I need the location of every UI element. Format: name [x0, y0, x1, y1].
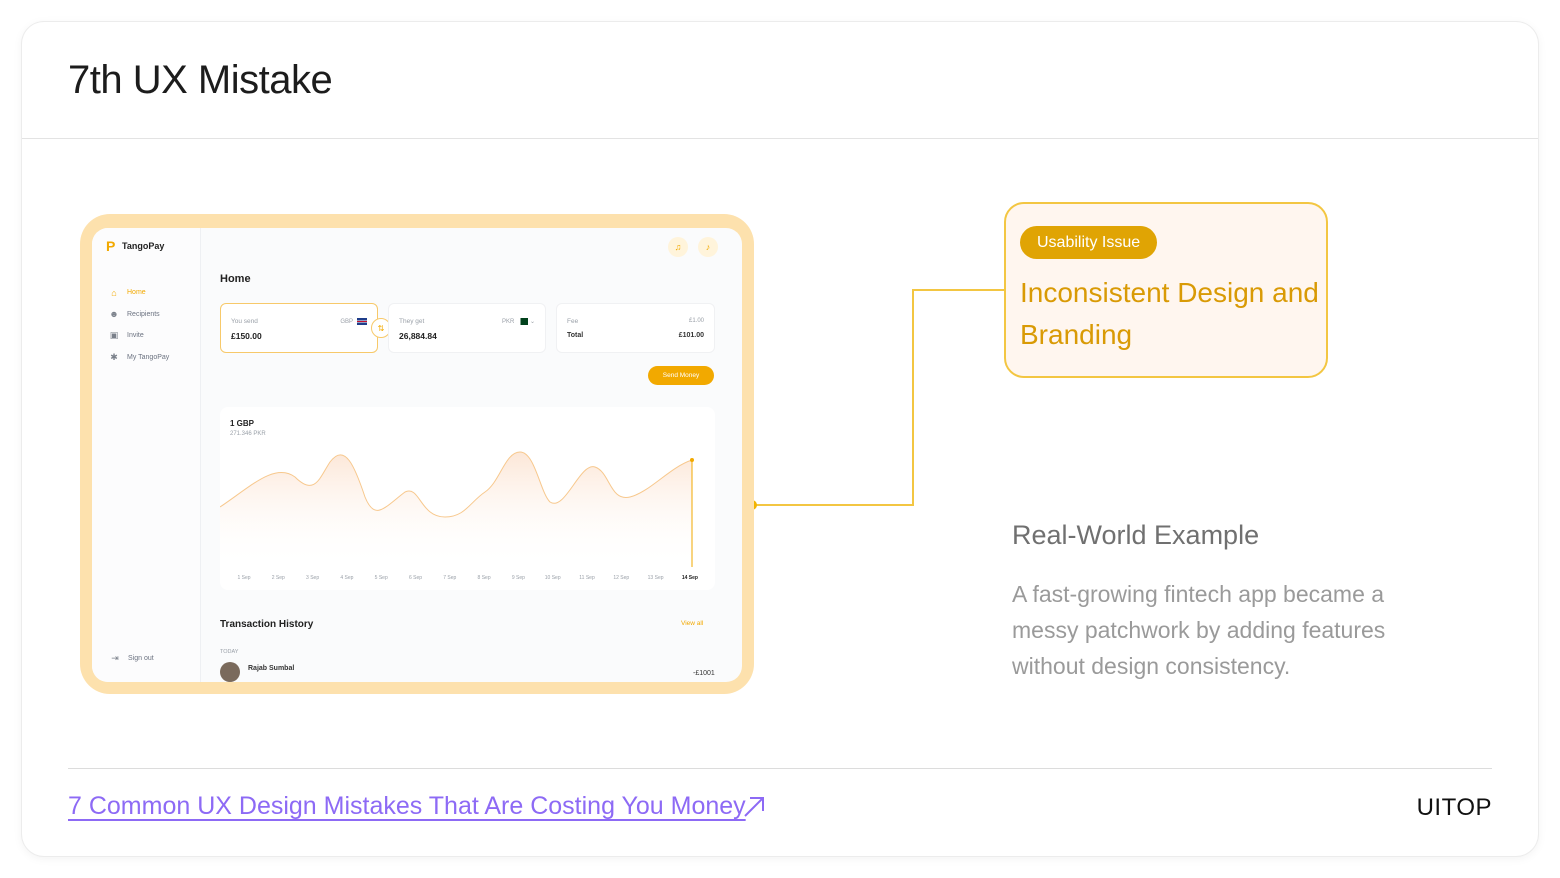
- nav-label: My TangoPay: [127, 353, 170, 361]
- nav-label: Invite: [127, 332, 144, 340]
- you-send-box[interactable]: You send GBP £150.00: [220, 303, 378, 353]
- issue-callout: Usability Issue Inconsistent Design and …: [1004, 202, 1328, 378]
- they-get-amount: 26,884.84: [399, 331, 437, 341]
- x-tick-label: 14 Sep: [682, 575, 698, 581]
- avatar: [220, 662, 240, 682]
- slide-card: 7th UX Mistake P TangoPay ⌂ Home ☻ Recip…: [22, 22, 1538, 856]
- issue-badge: Usability Issue: [1020, 226, 1158, 259]
- example-title: Real-World Example: [1012, 520, 1260, 550]
- chevron-down-icon: ⌄: [529, 319, 535, 326]
- x-tick-label: 6 Sep: [409, 575, 422, 581]
- home-icon: ⌂: [111, 287, 117, 298]
- x-tick-label: 11 Sep: [579, 575, 595, 581]
- they-get-currency[interactable]: PKR ⌄: [502, 318, 535, 325]
- fee-value: £1.00: [688, 318, 704, 324]
- fee-box: Fee £1.00 Total £101.00: [556, 303, 715, 353]
- today-label: TODAY: [220, 649, 239, 655]
- gear-icon: ✱: [110, 351, 118, 362]
- nav-item-recipients[interactable]: ☻ Recipients: [109, 304, 169, 326]
- sign-out-link[interactable]: ⇥ Sign out: [110, 652, 154, 663]
- x-tick-label: 7 Sep: [443, 575, 456, 581]
- x-tick-label: 13 Sep: [648, 575, 664, 581]
- rate-chart: 1 Sep 2 Sep 3 Sep 4 Sep 5 Sep 6 Sep 7 Sep 8 Sep…: [220, 451, 698, 581]
- uk-flag-icon: [357, 318, 367, 325]
- users-icon: ☻: [109, 309, 119, 320]
- app-sidebar: P TangoPay ⌂ Home ☻ Recipients ▣ Invite: [92, 228, 201, 682]
- you-send-currency[interactable]: GBP: [340, 318, 367, 325]
- currency-code: GBP: [340, 319, 353, 326]
- issue-title: Inconsistent Design and Branding: [1020, 277, 1319, 350]
- logo-text: TangoPay: [122, 241, 165, 251]
- footer-divider: [68, 768, 1492, 769]
- app-logo: P TangoPay: [106, 239, 164, 253]
- rate-chart-card: 1 Sep 2 Sep 3 Sep 4 Sep 5 Sep 6 Sep 7 Sep 8 Sep…: [220, 407, 715, 590]
- nav-item-home[interactable]: ⌂ Home: [109, 282, 169, 304]
- example-body: A fast-growing fintech app became a mess…: [1012, 581, 1386, 679]
- bell-icon[interactable]: ♪: [698, 237, 718, 257]
- brand-logo: UITOP: [1416, 794, 1492, 821]
- view-all-link[interactable]: View all: [681, 620, 703, 627]
- x-tick-label: 4 Sep: [340, 575, 353, 581]
- sign-out-icon: ⇥: [111, 652, 119, 663]
- fee-label: Fee: [567, 318, 579, 325]
- nav-item-invite[interactable]: ▣ Invite: [109, 325, 169, 347]
- transactions-title: Transaction History: [220, 619, 314, 630]
- headset-icon[interactable]: ♫: [668, 237, 688, 257]
- they-get-label: They get: [399, 318, 425, 325]
- x-tick-label: 12 Sep: [613, 575, 629, 581]
- app-mockup-frame: P TangoPay ⌂ Home ☻ Recipients ▣ Invite: [80, 214, 754, 694]
- transaction-name: Rajab Sumbal: [248, 665, 295, 672]
- nav-label: Home: [127, 289, 146, 297]
- they-get-box[interactable]: They get PKR ⌄ 26,884.84: [388, 303, 546, 353]
- currency-code: PKR: [501, 319, 515, 326]
- arrow-up-right-icon[interactable]: [742, 795, 766, 819]
- you-send-amount[interactable]: £150.00: [231, 331, 262, 341]
- chart-header: 1 GBP: [230, 419, 255, 428]
- pk-flag-icon: [518, 318, 529, 325]
- x-tick-label: 1 Sep: [237, 575, 250, 581]
- top-icons: ♫ ♪: [668, 237, 718, 257]
- x-tick-label: 10 Sep: [545, 575, 561, 581]
- x-tick-label: 8 Sep: [478, 575, 491, 581]
- article-link[interactable]: 7 Common UX Design Mistakes That Are Cos…: [68, 792, 746, 821]
- home-title: Home: [220, 273, 251, 285]
- nav-item-my-tangopay[interactable]: ✱ My TangoPay: [109, 347, 169, 369]
- transaction-amount: -£1001: [693, 670, 715, 677]
- chart-subheader: 271.346 PKR: [230, 431, 266, 437]
- app-nav: ⌂ Home ☻ Recipients ▣ Invite ✱ My TangoP…: [109, 282, 169, 368]
- tangopay-logo-icon: P: [106, 238, 116, 254]
- sign-out-label: Sign out: [128, 654, 154, 662]
- app-screenshot: P TangoPay ⌂ Home ☻ Recipients ▣ Invite: [92, 228, 742, 682]
- x-tick-label: 9 Sep: [512, 575, 525, 581]
- send-money-button[interactable]: Send Money: [648, 366, 714, 385]
- total-label: Total: [567, 332, 584, 339]
- gift-icon: ▣: [109, 330, 119, 341]
- x-tick-label: 3 Sep: [306, 575, 319, 581]
- nav-label: Recipients: [127, 310, 160, 318]
- total-value: £101.00: [678, 332, 704, 339]
- you-send-label: You send: [231, 318, 258, 325]
- x-axis-ticks: 1 Sep 2 Sep 3 Sep 4 Sep 5 Sep 6 Sep 7 Sep 8 Sep…: [237, 575, 698, 581]
- x-tick-label: 5 Sep: [375, 575, 388, 581]
- x-tick-label: 2 Sep: [272, 575, 285, 581]
